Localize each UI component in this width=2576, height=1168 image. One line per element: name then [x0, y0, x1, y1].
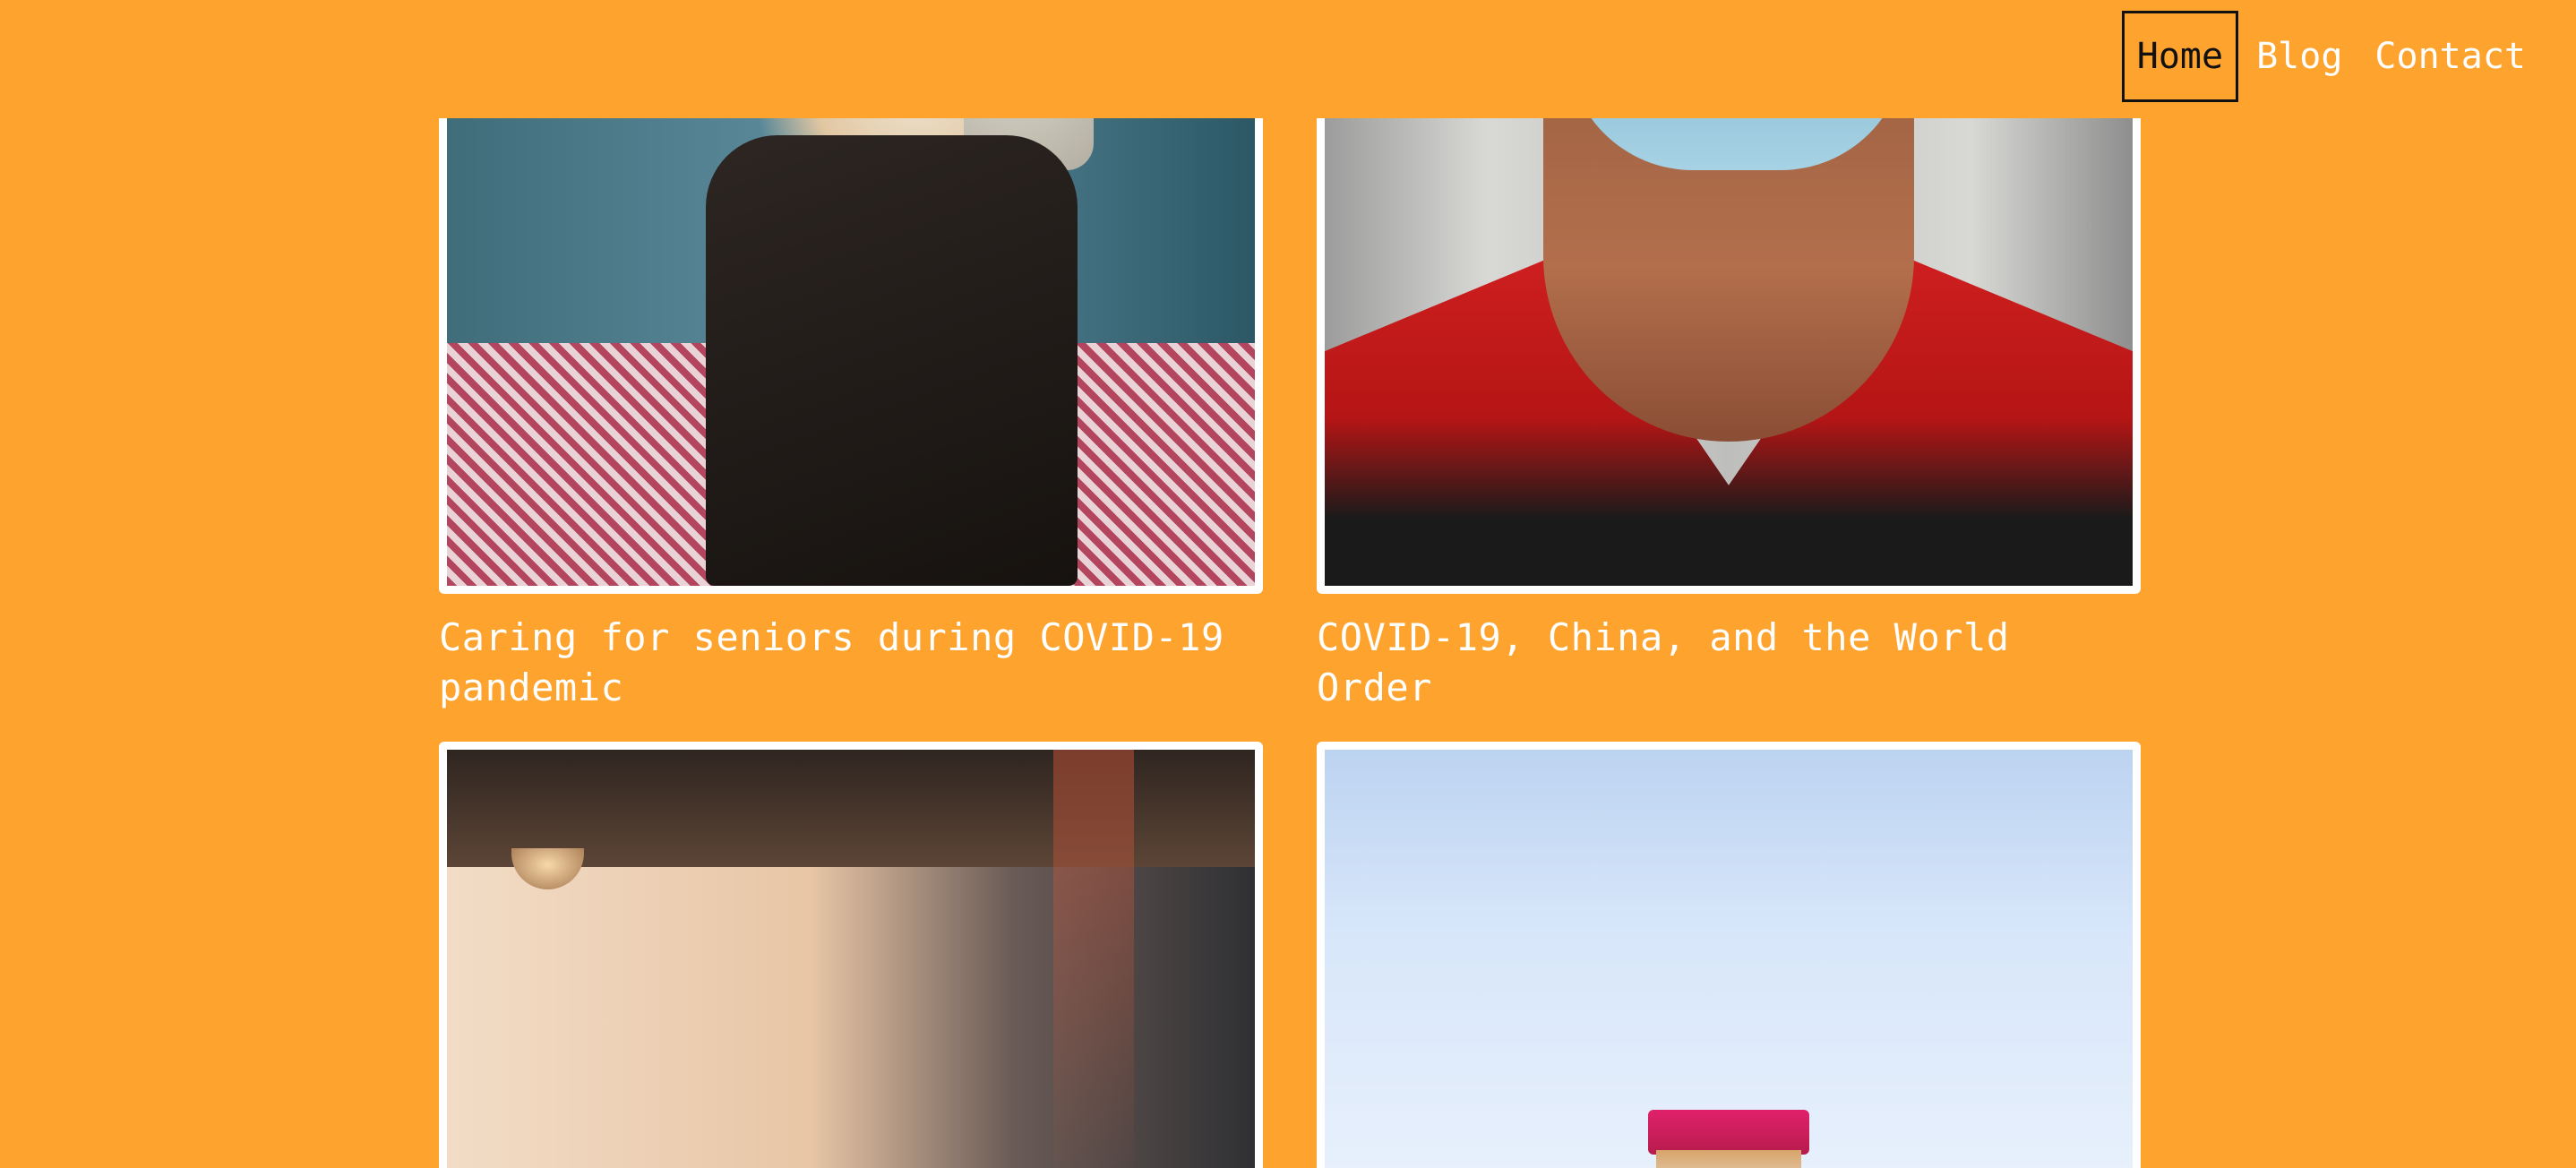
post-title[interactable]: Caring for seniors during COVID-19 pande…: [439, 613, 1263, 713]
main-nav: Home Blog Contact: [2121, 11, 2540, 102]
post-title[interactable]: COVID-19, China, and the World Order: [1317, 613, 2141, 713]
top-navigation-bar: Home Blog Contact: [0, 0, 2576, 118]
sunlit-wall-photo[interactable]: [439, 742, 1263, 1168]
nav-home-link[interactable]: Home: [2121, 11, 2239, 102]
vaccine-vial-photo[interactable]: [1317, 742, 2141, 1168]
nav-contact-link[interactable]: Contact: [2360, 12, 2540, 101]
nav-blog-link[interactable]: Blog: [2242, 12, 2357, 101]
page: Home Blog Contact Caring for seniors dur…: [0, 0, 2576, 1168]
